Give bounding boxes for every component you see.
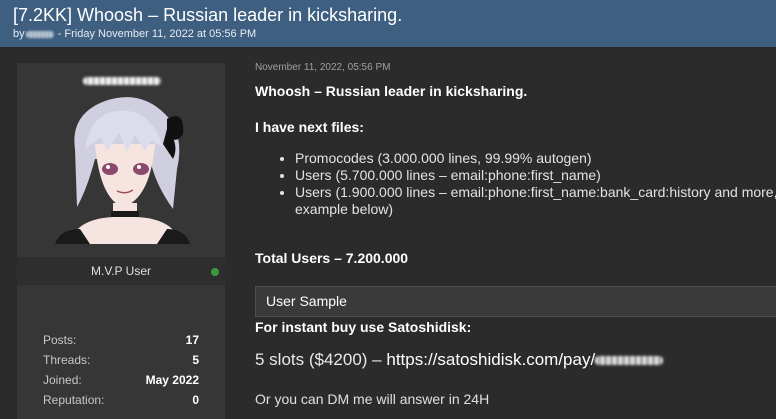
list-item: Promocodes (3.000.000 lines, 99.99% auto… <box>295 150 776 167</box>
total-users: Total Users – 7.200.000 <box>255 250 409 266</box>
list-item: Users (5.700.000 lines – email:phone:fir… <box>295 167 776 184</box>
slots-text: 5 slots ($4200) – <box>255 350 387 369</box>
username-link[interactable] <box>83 77 161 85</box>
stat-row-joined: Joined: May 2022 <box>43 373 199 393</box>
stat-row-posts: Posts: 17 <box>43 333 199 353</box>
stat-label: Reputation: <box>43 393 105 407</box>
post-container: M.V.P User Posts: 17 Threads: 5 Joined: … <box>0 47 776 419</box>
stat-value: 0 <box>192 393 199 407</box>
author-name-link[interactable] <box>25 30 54 38</box>
user-panel: M.V.P User Posts: 17 Threads: 5 Joined: … <box>17 63 225 419</box>
stat-value: 5 <box>192 353 199 367</box>
meta-by-label: by <box>13 28 25 40</box>
user-sample-spoiler[interactable]: User Sample <box>255 286 776 317</box>
thread-title: [7.2KK] Whoosh – Russian leader in kicks… <box>13 5 403 25</box>
stat-label: Posts: <box>43 333 77 347</box>
post-heading: Whoosh – Russian leader in kicksharing. <box>255 83 528 99</box>
user-avatar[interactable] <box>55 89 190 244</box>
pay-link[interactable]: https://satoshidisk.com/pay/ <box>386 350 664 369</box>
instant-buy-heading: For instant buy use Satoshidisk: <box>255 319 472 335</box>
user-rank-title: M.V.P User <box>90 264 152 278</box>
dm-text: Or you can DM me will answer in 24H <box>255 391 490 407</box>
spoiler-label: User Sample <box>266 293 347 309</box>
post-date: November 11, 2022, 05:56 PM <box>255 62 391 73</box>
slots-line: 5 slots ($4200) – https://satoshidisk.co… <box>255 350 664 370</box>
user-title-bar: M.V.P User <box>17 257 225 285</box>
thread-header: [7.2KK] Whoosh – Russian leader in kicks… <box>0 0 776 47</box>
files-heading: I have next files: <box>255 119 364 135</box>
user-stats: Posts: 17 Threads: 5 Joined: May 2022 Re… <box>43 333 199 413</box>
list-item: Users (1.900.000 lines – email:phone:fir… <box>295 184 776 218</box>
stat-label: Joined: <box>43 373 82 387</box>
stat-value: May 2022 <box>145 373 199 387</box>
stat-value: 17 <box>185 333 199 347</box>
thread-date: - Friday November 11, 2022 at 05:56 PM <box>57 28 257 40</box>
stat-row-reputation: Reputation: 0 <box>43 393 199 413</box>
online-status-icon <box>211 268 219 276</box>
stat-row-threads: Threads: 5 <box>43 353 199 373</box>
stat-label: Threads: <box>43 353 91 367</box>
pay-link-redacted <box>595 356 664 366</box>
thread-meta: by - Friday November 11, 2022 at 05:56 P… <box>13 27 766 41</box>
pay-link-text: https://satoshidisk.com/pay/ <box>386 350 596 369</box>
file-list: Promocodes (3.000.000 lines, 99.99% auto… <box>277 150 776 218</box>
